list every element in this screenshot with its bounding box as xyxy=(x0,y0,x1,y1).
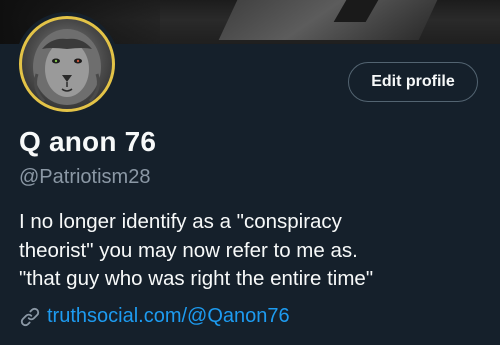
website-row: truthsocial.com/@Qanon76 xyxy=(19,305,290,328)
website-link[interactable]: truthsocial.com/@Qanon76 xyxy=(47,305,290,328)
avatar[interactable] xyxy=(15,12,119,116)
profile-bio: I no longer identify as a "conspiracy th… xyxy=(19,208,494,294)
link-icon xyxy=(20,307,40,326)
avatar-image xyxy=(19,16,115,112)
bio-line: theorist" you may now refer to me as. xyxy=(19,238,358,262)
bio-line: "that guy who was right the entire time" xyxy=(19,267,374,290)
display-name: Q anon 76 xyxy=(19,126,157,157)
lion-avatar-icon xyxy=(33,29,101,105)
user-handle: @Patriotism28 xyxy=(19,166,151,188)
bio-line: I no longer identify as a "conspiracy xyxy=(19,210,342,233)
edit-profile-button[interactable]: Edit profile xyxy=(348,62,478,102)
